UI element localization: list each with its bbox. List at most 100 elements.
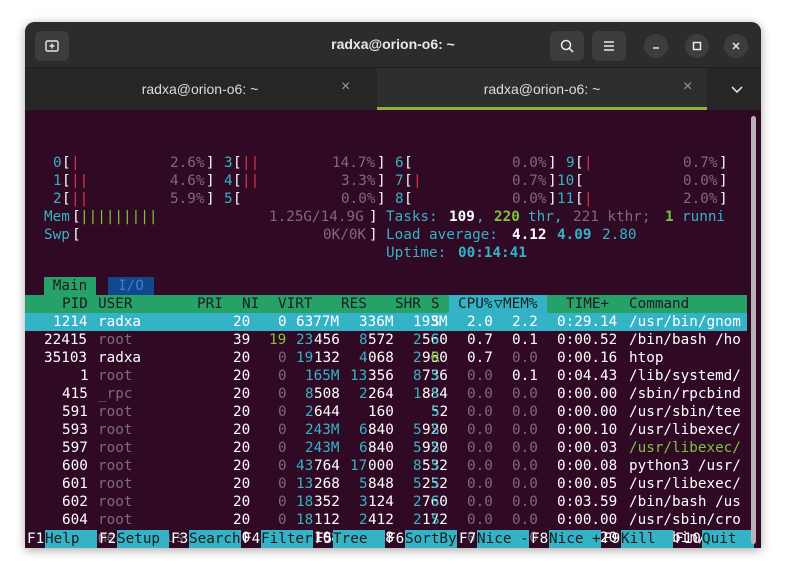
cell-virt: 2 bbox=[305, 404, 314, 420]
process-row[interactable]: 1 root 20 0 165M 13 356 8 736 S 0.0 0.1 0:04.43/lib/… bbox=[25, 367, 747, 385]
meter-bracket: ] bbox=[206, 191, 215, 207]
cell-cmd: /sbin/rpcbind bbox=[629, 386, 741, 402]
meter-bracket: [ bbox=[233, 155, 242, 171]
tab-list-button[interactable] bbox=[725, 80, 749, 100]
fkey-f10-key[interactable]: F10 bbox=[675, 530, 701, 548]
tab-io[interactable]: I/O bbox=[108, 277, 154, 295]
cell-cpu: 0.0 bbox=[467, 422, 493, 438]
fkey-help-button[interactable]: Help bbox=[45, 530, 97, 548]
fkey-f7-key[interactable]: F7 bbox=[459, 530, 476, 548]
meter-bracket: [ bbox=[575, 155, 584, 171]
fkey-sortby-button[interactable]: SortBy bbox=[405, 530, 457, 548]
cell-mem: 0.0 bbox=[512, 404, 538, 420]
meter-bracket: ] bbox=[377, 173, 386, 189]
fkey-search-button[interactable]: Search bbox=[189, 530, 241, 548]
process-row[interactable]: 415 _rpc 20 0 8 508 2 264 1 884 S 0.0 0.0 0:00.00/sbi… bbox=[25, 385, 747, 403]
cell-pid: 35103 bbox=[44, 350, 88, 366]
col-mem[interactable]: MEM% bbox=[503, 295, 537, 313]
fkey-quit-button[interactable]: Quit bbox=[702, 530, 754, 548]
cpu-percent: 2.6% bbox=[170, 155, 205, 171]
tab-close-icon[interactable]: × bbox=[683, 78, 692, 96]
fkey-kill-button[interactable]: Kill bbox=[621, 530, 673, 548]
cell-ni: 0 bbox=[278, 458, 287, 474]
col-shr[interactable]: SHR bbox=[395, 295, 421, 313]
process-row[interactable]: 1214 radxa 20 0 6377M 336M 193M S 2.0 2.2 0:29.14/… bbox=[25, 313, 747, 331]
col-user[interactable]: USER bbox=[98, 295, 132, 313]
cell-cmd: htop bbox=[629, 350, 664, 366]
col-cpu[interactable]: CPU% bbox=[458, 295, 492, 313]
tab-close-icon[interactable]: × bbox=[341, 78, 350, 96]
cell-user: root bbox=[98, 368, 133, 384]
cell-s: S bbox=[431, 404, 440, 420]
fkey-f3-key[interactable]: F3 bbox=[171, 530, 188, 548]
cell-user: root bbox=[98, 440, 133, 456]
cell-user: _rpc bbox=[98, 386, 133, 402]
cell-res: 4 bbox=[359, 350, 368, 366]
fkey-nice-button[interactable]: Nice + bbox=[549, 530, 601, 548]
cell-cpu: 0.0 bbox=[467, 404, 493, 420]
meter-bracket: [ bbox=[62, 191, 71, 207]
col-state[interactable]: S bbox=[431, 295, 440, 313]
terminal-tab-2[interactable]: radxa@orion-o6: ~ × bbox=[377, 68, 707, 110]
fkey-f5-key[interactable]: F5 bbox=[315, 530, 332, 548]
cell-s: S bbox=[431, 386, 440, 402]
fkey-f8-key[interactable]: F8 bbox=[531, 530, 548, 548]
process-row[interactable]: 591 root 20 0 2 644 160 52 S 0.0 0.0 0:00.00/usr/sb… bbox=[25, 403, 747, 421]
terminal-content[interactable]: 0[| 2.6%] 1[|| 4.6%] 2[|| 5.9%] 3[|| 14.7%] 4[||… bbox=[25, 110, 761, 548]
cell-pri: 20 bbox=[233, 440, 251, 456]
fkey-f9-key[interactable]: F9 bbox=[603, 530, 620, 548]
menu-button[interactable] bbox=[592, 31, 626, 61]
fkey-f1-key[interactable]: F1 bbox=[27, 530, 44, 548]
cell-time: 0:00.00 bbox=[557, 512, 618, 528]
fkey-f6-key[interactable]: F6 bbox=[387, 530, 404, 548]
cell-mem: 2.2 bbox=[512, 314, 538, 330]
cell-cmd: /usr/sbin/tee bbox=[629, 404, 741, 420]
col-ni[interactable]: NI bbox=[242, 295, 259, 313]
fkey-f2-key[interactable]: F2 bbox=[99, 530, 116, 548]
minimize-button[interactable] bbox=[644, 34, 668, 58]
close-button[interactable] bbox=[724, 34, 748, 58]
cell-cpu: 0.0 bbox=[467, 494, 493, 510]
cell-user: radxa bbox=[98, 314, 142, 330]
fkey-nice-button[interactable]: Nice - bbox=[477, 530, 529, 548]
fkey-filter-button[interactable]: Filter bbox=[261, 530, 313, 548]
cpu-number: 10 bbox=[557, 173, 575, 189]
cell-shr: 1 bbox=[413, 386, 422, 402]
function-key-bar: F1 Help F2 Setup F3 Search F4 Filter F5 Tree F6… bbox=[25, 530, 761, 548]
cell-cpu: 0.0 bbox=[467, 386, 493, 402]
cell-virt: 43 bbox=[296, 458, 314, 474]
scrollbar[interactable] bbox=[751, 116, 756, 544]
cell-time: 0:29.14 bbox=[557, 314, 618, 330]
col-res[interactable]: RES bbox=[341, 295, 367, 313]
process-row[interactable]: 22415 root 39 19 23 456 8 572 2 560 S 0.7 0.1 0:00.52… bbox=[25, 331, 747, 349]
col-command[interactable]: Command bbox=[629, 295, 689, 313]
cell-res: 264 bbox=[368, 386, 394, 402]
tab-label: radxa@orion-o6: ~ bbox=[141, 81, 259, 97]
search-button[interactable] bbox=[550, 31, 584, 61]
process-row[interactable]: 602 root 20 0 18 352 3 124 2 760 S 0.0 0.0 0:03.59/bi… bbox=[25, 493, 747, 511]
maximize-button[interactable] bbox=[685, 34, 709, 58]
process-row[interactable]: 593 root 20 0 243M 6 840 5 920 S 0.0 0.0 0:00.10/usr… bbox=[25, 421, 747, 439]
fkey-tree-button[interactable]: Tree bbox=[333, 530, 385, 548]
col-pri[interactable]: PRI bbox=[197, 295, 223, 313]
terminal-tab-1[interactable]: radxa@orion-o6: ~ × bbox=[25, 68, 375, 110]
tab-main[interactable]: Main bbox=[44, 277, 96, 295]
cell-virt: 268 bbox=[314, 476, 340, 492]
meter-bracket: [ bbox=[404, 191, 413, 207]
fkey-setup-button[interactable]: Setup bbox=[117, 530, 169, 548]
cell-cpu: 0.7 bbox=[467, 332, 493, 348]
close-icon bbox=[732, 42, 740, 50]
cell-s: S bbox=[431, 512, 440, 528]
cell-cpu: 0.7 bbox=[467, 350, 493, 366]
col-virt[interactable]: VIRT bbox=[278, 295, 312, 313]
col-time[interactable]: TIME+ bbox=[566, 295, 609, 313]
process-row[interactable]: 597 root 20 0 243M 6 840 5 920 S 0.0 0.0 0:00.03/usr… bbox=[25, 439, 747, 457]
process-row[interactable]: 35103 radxa 20 0 19 132 4 068 2 960 R 0.7 0.0 0:00.16… bbox=[25, 349, 747, 367]
process-row[interactable]: 604 root 20 0 18 112 2 412 2 172 S 0.0 0.0 0:00.00/us… bbox=[25, 511, 747, 529]
cell-shr: 5 bbox=[413, 476, 422, 492]
process-row[interactable]: 600 root 20 0 43 764 17 000 8 532 S 0.0 0.0 0:00.08 py… bbox=[25, 457, 747, 475]
col-pid[interactable]: PID bbox=[62, 295, 88, 313]
cell-pri: 20 bbox=[233, 494, 251, 510]
process-row[interactable]: 601 root 20 0 13 268 5 848 5 252 S 0.0 0.0 0:00.05/us… bbox=[25, 475, 747, 493]
fkey-f4-key[interactable]: F4 bbox=[243, 530, 260, 548]
